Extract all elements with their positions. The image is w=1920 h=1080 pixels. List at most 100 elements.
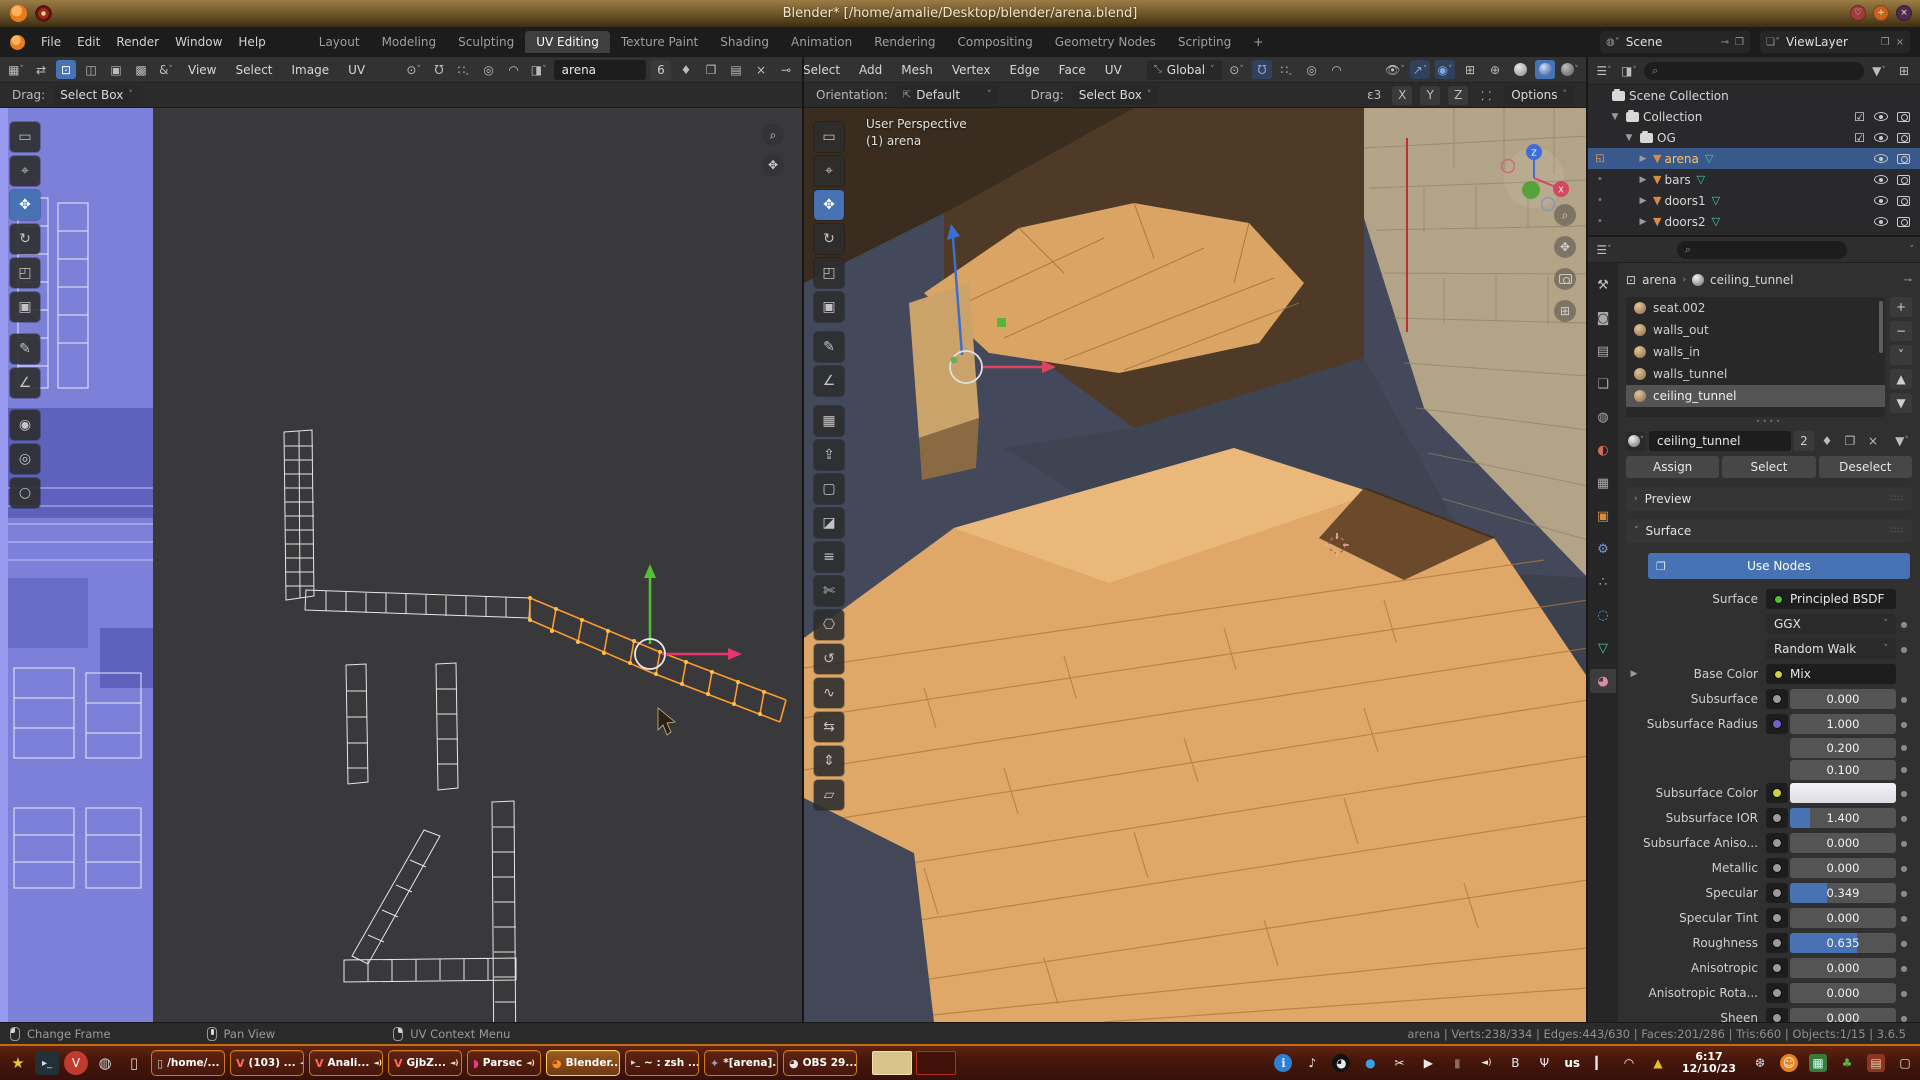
- task-parsec[interactable]: ◗ Parsec ◄): [467, 1050, 541, 1076]
- assign-button[interactable]: Assign: [1626, 456, 1719, 478]
- uv-tool-annotate[interactable]: ✎: [10, 334, 40, 364]
- anisotropic-slider[interactable]: 0.000: [1790, 958, 1896, 978]
- v3d-tool-extrude[interactable]: ⇪: [814, 440, 844, 470]
- collection-checkbox[interactable]: ☑: [1854, 131, 1865, 145]
- blender-menu-icon[interactable]: [10, 35, 25, 50]
- tab-layout[interactable]: Layout: [308, 31, 371, 53]
- uv-snap-target-icon[interactable]: ∷˅: [454, 60, 474, 79]
- surface-shader-field[interactable]: Principled BSDF: [1766, 589, 1896, 609]
- tab-sculpting[interactable]: Sculpting: [447, 31, 525, 53]
- maximize-button[interactable]: +: [1873, 5, 1889, 21]
- v3d-menu-edge[interactable]: Edge: [1002, 61, 1046, 79]
- eye-icon[interactable]: [1874, 175, 1888, 184]
- outliner-row-og[interactable]: ▼ OG ☑: [1588, 127, 1920, 148]
- select-button[interactable]: Select: [1722, 456, 1815, 478]
- tab-compositing[interactable]: Compositing: [946, 31, 1043, 53]
- decorator-dot[interactable]: ●: [1896, 864, 1912, 873]
- scene-selector[interactable]: ◍˅ Scene ⊸ ❐: [1600, 31, 1750, 53]
- eye-icon[interactable]: [1874, 196, 1888, 205]
- tab-shading[interactable]: Shading: [709, 31, 780, 53]
- new-viewlayer-icon[interactable]: ❐: [1881, 37, 1890, 48]
- outliner-row-arena[interactable]: ◱ ▶ ▼ arena ▽: [1588, 148, 1920, 169]
- v3d-tool-annotate[interactable]: ✎: [814, 332, 844, 362]
- v3d-tool-measure[interactable]: ∠: [814, 366, 844, 396]
- eye-icon[interactable]: [1874, 133, 1888, 142]
- plant-tray-icon[interactable]: ♣: [1838, 1054, 1856, 1072]
- decorator-dot[interactable]: ●: [1896, 989, 1912, 998]
- v3d-tool-move[interactable]: ✥: [814, 190, 844, 220]
- outliner-filter-icon[interactable]: ▼˅: [1869, 61, 1889, 80]
- uv-select-edge-icon[interactable]: ◫: [81, 60, 101, 79]
- deselect-button[interactable]: Deselect: [1819, 456, 1912, 478]
- distribution-dropdown[interactable]: GGX˅: [1766, 614, 1896, 634]
- v3d-orientation-dropdown[interactable]: ⤡Global˅: [1147, 60, 1222, 80]
- window-tray-icon[interactable]: ▢: [1896, 1054, 1914, 1072]
- v3d-snap-magnet-icon[interactable]: Ω: [1252, 60, 1272, 79]
- v3d-menu-select[interactable]: Select: [804, 61, 847, 79]
- tab-particles[interactable]: ∴: [1590, 570, 1616, 594]
- uv-new-image-icon[interactable]: ❐: [701, 60, 721, 79]
- base-color-field[interactable]: Mix: [1766, 664, 1896, 684]
- subsurface-radius-x[interactable]: 1.000: [1790, 714, 1896, 734]
- uv-snap-magnet-icon[interactable]: Ω: [429, 60, 449, 79]
- decorator-dot[interactable]: ●: [1896, 1014, 1912, 1023]
- warning-tray-icon[interactable]: ▲: [1649, 1054, 1667, 1072]
- task-obs[interactable]: ◕ OBS 29....: [783, 1050, 857, 1076]
- slot-move-up-icon[interactable]: ▲: [1890, 369, 1912, 389]
- specular-tint-slider[interactable]: 0.000: [1790, 908, 1896, 928]
- titlebar[interactable]: Blender* [/home/amalie/Desktop/blender/a…: [0, 0, 1920, 27]
- usb-tray-icon[interactable]: Ψ: [1535, 1054, 1553, 1072]
- task-zsh[interactable]: ▸_ ~ : zsh ...: [625, 1050, 699, 1076]
- remove-slot-button[interactable]: −: [1890, 321, 1912, 341]
- uv-pivot-icon[interactable]: ⊙˅: [404, 60, 424, 79]
- slot-specials-icon[interactable]: ˅: [1890, 345, 1912, 365]
- menu-window[interactable]: Window: [167, 32, 230, 52]
- tab-world[interactable]: ◐: [1590, 438, 1616, 462]
- camera-icon[interactable]: [1897, 154, 1910, 164]
- copy-material-icon[interactable]: ❐: [1840, 432, 1860, 451]
- slot-scrollbar[interactable]: [1879, 301, 1883, 353]
- uv-tool-cursor[interactable]: ⌖: [10, 156, 40, 186]
- tab-animation[interactable]: Animation: [780, 31, 863, 53]
- decorator-dot[interactable]: ●: [1896, 814, 1912, 823]
- v3d-snap-target-icon[interactable]: ∷˅: [1277, 60, 1297, 79]
- specular-slider[interactable]: 0.349: [1790, 883, 1896, 903]
- roughness-slider[interactable]: 0.635: [1790, 933, 1896, 953]
- keyboard-layout[interactable]: us: [1564, 1056, 1580, 1070]
- use-nodes-button[interactable]: ❐ Use Nodes: [1648, 553, 1910, 579]
- material-browse-icon[interactable]: ˅: [1626, 432, 1646, 451]
- subsurface-radius-z[interactable]: 0.100: [1790, 760, 1896, 780]
- minimize-button[interactable]: ♡: [1850, 5, 1866, 21]
- launcher-terminal-icon[interactable]: ▸_: [35, 1051, 59, 1075]
- mirror-x-toggle[interactable]: X: [1392, 86, 1412, 105]
- eye-icon[interactable]: [1874, 217, 1888, 226]
- tab-modifiers[interactable]: ⚙: [1590, 537, 1616, 561]
- v3d-falloff-icon[interactable]: ◠: [1327, 60, 1347, 79]
- breadcrumb-data[interactable]: ceiling_tunnel: [1710, 273, 1793, 287]
- camera-icon[interactable]: [1897, 217, 1910, 227]
- metallic-slider[interactable]: 0.000: [1790, 858, 1896, 878]
- decorator-dot[interactable]: ●: [1896, 765, 1912, 774]
- outliner-display-mode-icon[interactable]: ☰˅: [1594, 61, 1614, 80]
- slot-walls-out[interactable]: walls_out: [1626, 319, 1885, 341]
- material-users-badge[interactable]: 2: [1794, 431, 1814, 451]
- v3d-tool-inset[interactable]: ▢: [814, 474, 844, 504]
- camera-icon[interactable]: [1897, 175, 1910, 185]
- info-tray-icon[interactable]: ℹ: [1274, 1054, 1292, 1072]
- new-collection-icon[interactable]: ⊞: [1894, 61, 1914, 80]
- uv-tool-grab[interactable]: ◉: [10, 410, 40, 440]
- music-tray-icon[interactable]: ♪: [1303, 1054, 1321, 1072]
- task-blender[interactable]: ◕ Blender...: [546, 1050, 620, 1076]
- uv-canvas[interactable]: ▭ ⌖ ✥ ↻ ◰ ▣ ✎ ∠ ◉ ◎ ○ ⌕ ✥: [0, 108, 802, 1022]
- workspace-2[interactable]: [916, 1051, 956, 1075]
- uv-pin-icon[interactable]: ⊸: [776, 60, 796, 79]
- task-files[interactable]: ▯ /home/...: [151, 1050, 225, 1076]
- subsurface-color-swatch[interactable]: [1790, 783, 1896, 803]
- camera-icon[interactable]: [1897, 196, 1910, 206]
- decorator-dot[interactable]: ●: [1896, 645, 1912, 654]
- calculator-tray-icon[interactable]: ▦: [1809, 1054, 1827, 1072]
- uv-select-vertex-icon[interactable]: ⊡: [56, 60, 76, 79]
- slot-move-down-icon[interactable]: ▼: [1890, 393, 1912, 413]
- viewport-canvas[interactable]: Z X User Perspective (1) arena ▭ ⌖ ✥ ↻ ◰…: [804, 108, 1586, 1022]
- subsurface-method-dropdown[interactable]: Random Walk˅: [1766, 639, 1896, 659]
